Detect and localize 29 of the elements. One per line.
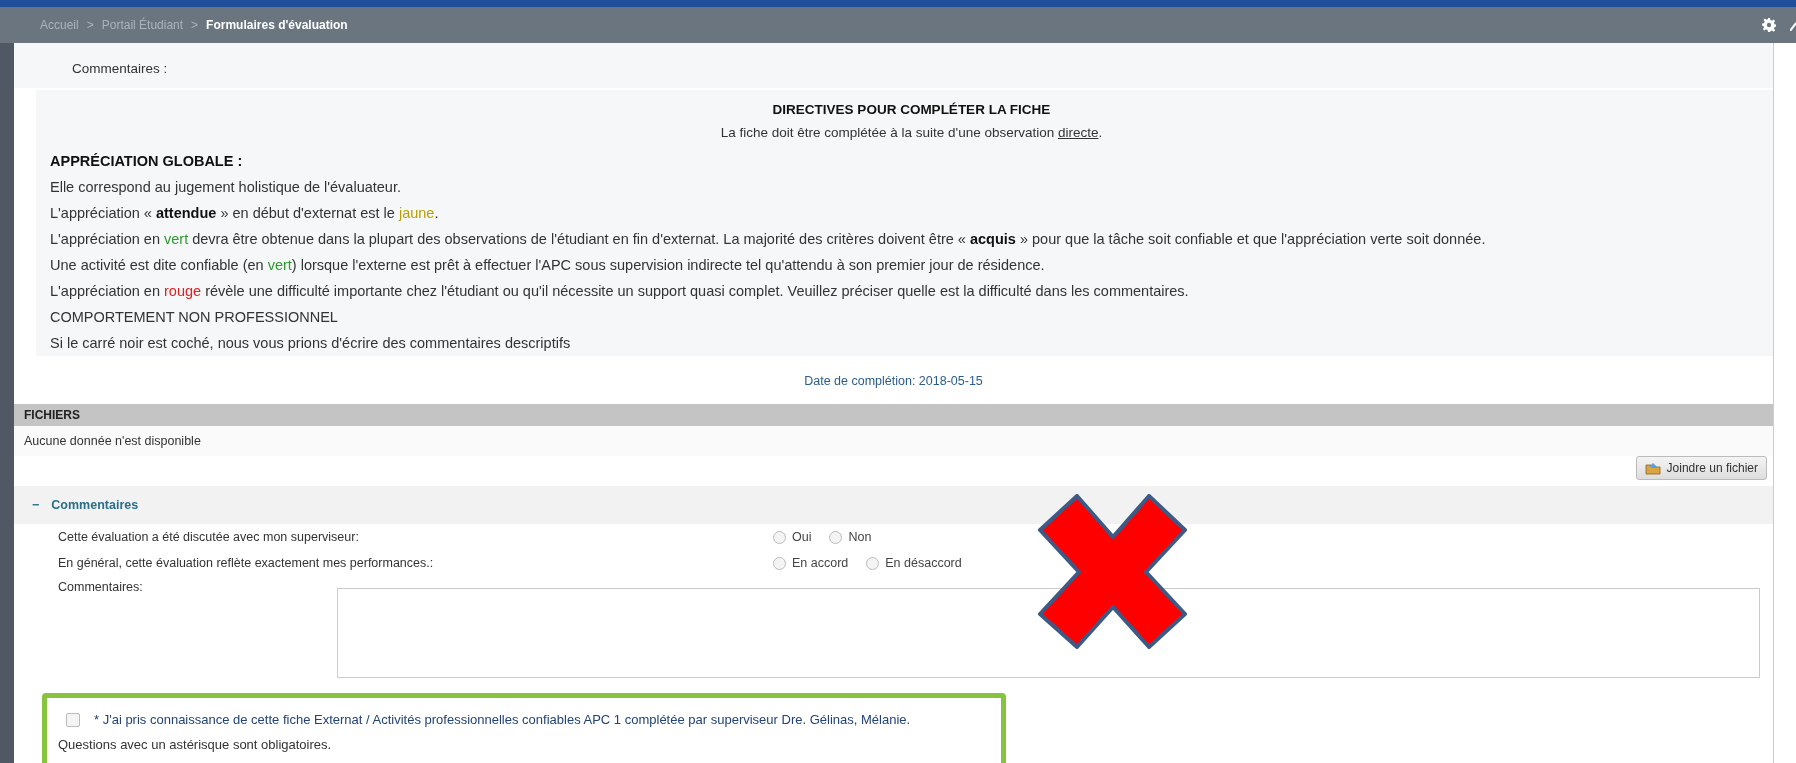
completion-date: Date de complétion: 2018-05-15 xyxy=(804,374,983,388)
option-label: Non xyxy=(848,530,872,544)
breadcrumb-separator: > xyxy=(191,18,199,32)
breadcrumb-current: Formulaires d'évaluation xyxy=(206,18,348,32)
directive-text: APPRÉCIATION GLOBALE : xyxy=(50,152,244,171)
option-label: Oui xyxy=(792,530,812,544)
section-title: Commentaires xyxy=(51,498,139,512)
option-label: En accord xyxy=(792,556,849,570)
empty-message: Aucune donnée n'est disponible xyxy=(24,434,201,448)
breadcrumb-separator: > xyxy=(86,18,94,32)
directive-text: L'appréciation « attendue » en début d'externat est le jaune. xyxy=(50,204,440,223)
directive-text: L'appréciation en vert devra être obtenue dans la plupart des observations de l'étudiant en fin d'externat. La majorité des critères doivent être « acquis » pour que la tâche soit confiable et que l'appréciation verte soit donnée. xyxy=(50,230,1487,249)
comment-label: Commentaires: xyxy=(58,580,144,596)
directive-text: Si le carré noir est coché, nous vous prions d'écrire des commentaires descriptifs xyxy=(50,334,572,353)
question-label: Cette évaluation a été discutée avec mon superviseur: xyxy=(58,530,360,544)
directive-text: COMPORTEMENT NON PROFESSIONNEL xyxy=(50,308,339,327)
comments-label: Commentaires : xyxy=(72,61,168,76)
collapse-toggle[interactable]: − xyxy=(32,498,40,512)
question-label: En général, cette évaluation reflète exactement mes performances.: xyxy=(58,556,435,570)
files-header: FICHIERS xyxy=(14,404,1773,426)
directive-text: L'appréciation en rouge révèle une difficulté importante chez l'étudiant ou qu'il nécessite un support quasi complet. Veuillez préciser quelle est la difficulté dans les commentaires. xyxy=(50,282,1190,301)
acknowledgement-text: * J'ai pris connaissance de cette fiche Externat / Activités professionnelles confiables APC 1 complétée par superviseur Dre. Gélinas, Mélanie. xyxy=(94,712,911,727)
directives-subtitle: La fiche doit être complétée à la suite d'une observation directe. xyxy=(719,125,1104,142)
required-note: Questions avec un astérisque sont obligatoires. xyxy=(58,737,332,752)
attach-file-button[interactable]: Joindre un fichier xyxy=(1635,456,1767,480)
directives-title: DIRECTIVES POUR COMPLÉTER LA FICHE xyxy=(771,101,1052,119)
directive-text: Une activité est dite confiable (en vert) lorsque l'externe est prêt à effectuer l'APC sous supervision indirecte tel qu'attendu à son premier jour de résidence. xyxy=(50,256,1046,275)
option-label: En désaccord xyxy=(885,556,962,570)
directive-text: Elle correspond au jugement holistique de l'évaluateur. xyxy=(50,178,402,197)
